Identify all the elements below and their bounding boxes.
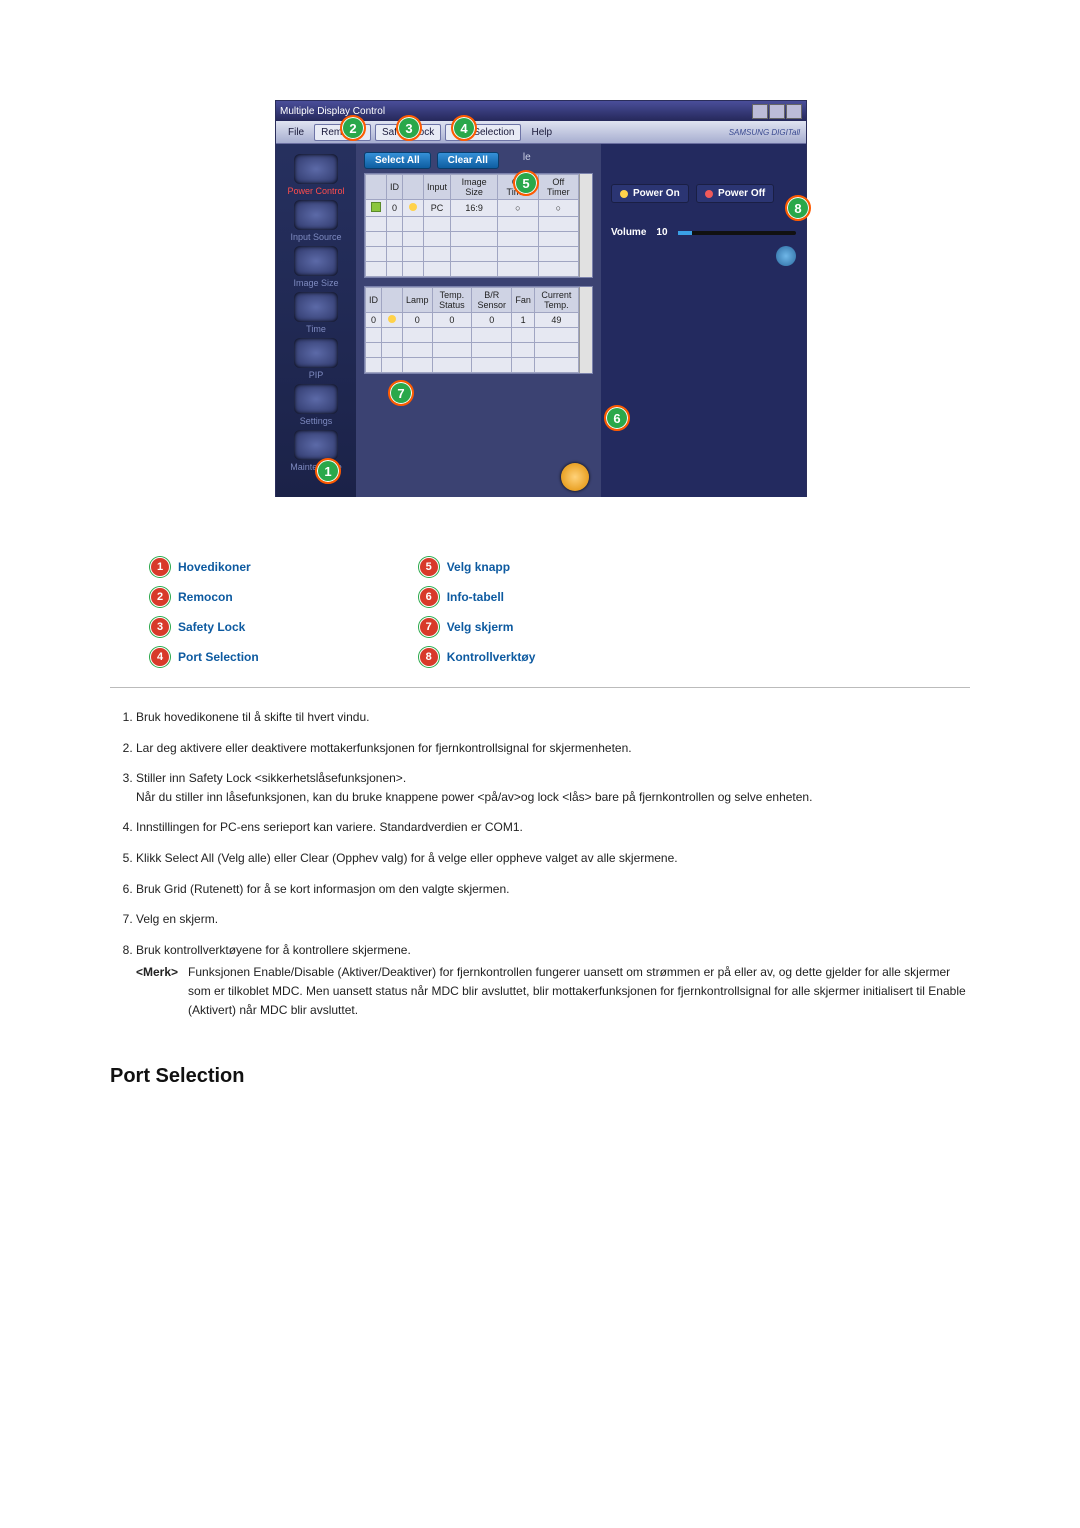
scrollbar[interactable] [579,174,592,277]
callout-1: 1 [315,458,341,484]
table-row[interactable]: 0 0 0 0 1 49 [366,313,579,328]
legend-2: Remocon [178,590,233,604]
image-size-icon[interactable] [294,246,338,276]
sidebar-item-pip[interactable]: PIP [276,370,356,380]
sidebar: Power Control Input Source Image Size Ti… [276,144,356,497]
callout-5: 5 [513,170,539,196]
power-off-button[interactable]: Power Off [696,184,774,203]
speaker-icon [776,246,796,266]
legend-7: Velg skjerm [447,620,514,634]
check-icon[interactable] [371,202,381,212]
sidebar-item-input[interactable]: Input Source [276,232,356,242]
control-panel: Power On Power Off Volume 10 [601,144,806,497]
legend-6: Info-tabell [447,590,504,604]
list-item: Bruk kontrollverktøyene for å kontroller… [136,941,970,1019]
callout-3: 3 [396,115,422,141]
note-block: <Merk> Funksjonen Enable/Disable (Aktive… [136,963,970,1019]
volume-value: 10 [656,227,667,238]
legend-8: Kontrollverktøy [447,650,536,664]
note-body: Funksjonen Enable/Disable (Aktiver/Deakt… [188,963,970,1019]
brand-text: SAMSUNG DIGITall [729,128,800,137]
callout-2: 2 [340,115,366,141]
legend-5: Velg knapp [447,560,510,574]
power-on-button[interactable]: Power On [611,184,689,203]
legend: 1Hovedikoner 2Remocon 3Safety Lock 4Port… [150,557,970,667]
callout-4: 4 [451,115,477,141]
select-all-button[interactable]: Select All [364,152,431,169]
window-controls[interactable] [752,104,802,119]
sidebar-item-power[interactable]: Power Control [276,186,356,196]
table-row[interactable]: 0 PC 16:9 ○ ○ [366,200,579,217]
main-panel: Select All Clear All le ID Input Image S… [356,144,601,497]
list-item: Lar deg aktivere eller deaktivere mottak… [136,739,970,758]
sidebar-item-settings[interactable]: Settings [276,416,356,426]
app-title: Multiple Display Control [280,106,385,117]
status-dot-icon [409,203,417,211]
list-item: Bruk hovedikonene til å skifte til hvert… [136,708,970,727]
time-icon[interactable] [294,292,338,322]
input-source-icon[interactable] [294,200,338,230]
legend-4: Port Selection [178,650,259,664]
legend-3: Safety Lock [178,620,245,634]
callout-6: 6 [604,405,630,431]
display-grid[interactable]: ID Input Image Size On Timer Off Timer 0 [364,173,593,278]
list-item: Velg en skjerm. [136,910,970,929]
settings-icon[interactable] [294,384,338,414]
scrollbar[interactable] [579,287,592,373]
legend-1: Hovedikoner [178,560,251,574]
power-off-dot-icon [705,190,713,198]
sidebar-item-time[interactable]: Time [276,324,356,334]
list-item: Innstillingen for PC-ens serieport kan v… [136,818,970,837]
clear-all-button[interactable]: Clear All [437,152,499,169]
power-control-icon[interactable] [294,154,338,184]
section-heading: Port Selection [110,1065,970,1088]
info-label: le [523,152,531,169]
power-on-dot-icon [620,190,628,198]
menu-help[interactable]: Help [525,125,558,140]
list-item: Klikk Select All (Velg alle) eller Clear… [136,849,970,868]
callout-8: 8 [785,195,811,221]
volume-label: Volume [611,227,646,238]
volume-slider[interactable] [678,231,796,235]
status-dot-icon [388,315,396,323]
pip-icon[interactable] [294,338,338,368]
maintenance-icon[interactable] [294,430,338,460]
menu-file[interactable]: File [282,125,310,140]
instruction-list: Bruk hovedikonene til å skifte til hvert… [110,708,970,1019]
status-grid[interactable]: ID Lamp Temp. Status B/R Sensor Fan Curr… [364,286,593,374]
callout-7: 7 [388,380,414,406]
alert-icon [561,463,589,491]
sidebar-item-imgsize[interactable]: Image Size [276,278,356,288]
list-item: Bruk Grid (Rutenett) for å se kort infor… [136,880,970,899]
note-label: <Merk> [136,963,178,1019]
list-item: Stiller inn Safety Lock <sikkerhetslåsef… [136,769,970,806]
app-window: Multiple Display Control File Remocon Sa… [275,100,807,497]
